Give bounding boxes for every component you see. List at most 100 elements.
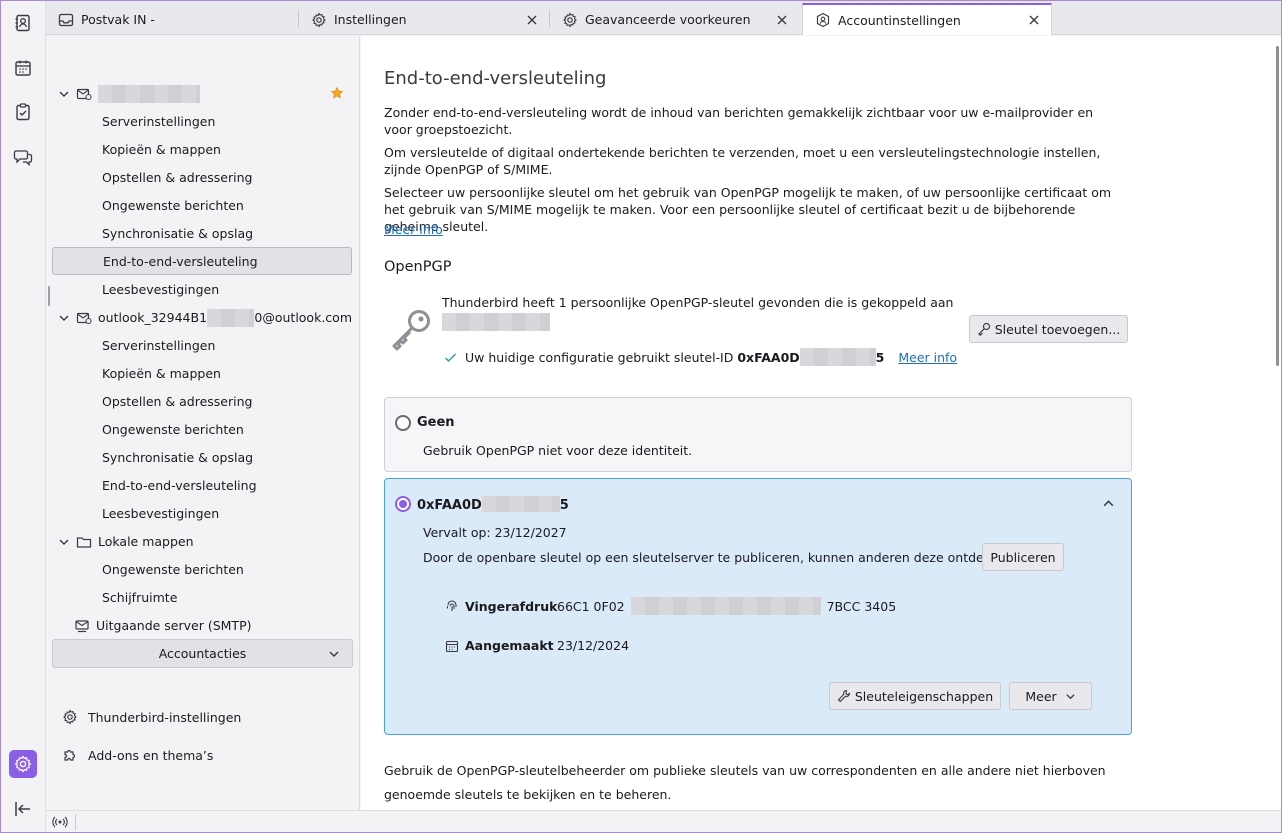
link-label: Add-ons en thema’s: [88, 747, 214, 763]
intro-paragraph-2: Om versleutelde of digitaal ondertekende…: [384, 145, 1101, 177]
gear-icon: [312, 11, 326, 28]
address-book-icon: [15, 14, 30, 32]
more-info-link[interactable]: Meer info: [898, 350, 957, 365]
calendar-button[interactable]: [9, 54, 37, 82]
tasks-button[interactable]: [9, 98, 37, 126]
inbox-icon: [58, 13, 74, 26]
puzzle-piece-icon: [64, 749, 76, 761]
key-title-prefix: 0xFAA0D: [417, 498, 482, 513]
gear-icon: [563, 11, 577, 28]
local-folders[interactable]: Lokale mappen: [52, 528, 352, 555]
tab-account-settings[interactable]: Accountinstellingen: [802, 3, 1052, 35]
sidebar-item-server-settings[interactable]: Serverinstellingen: [52, 108, 352, 135]
chevron-down-icon: [1066, 693, 1075, 699]
chevron-down-icon[interactable]: [58, 312, 70, 324]
sidebar-item-e2e-encryption[interactable]: End-to-end-versleuteling: [52, 247, 352, 275]
collapse-spaces-button[interactable]: [9, 795, 37, 823]
more-menu-button[interactable]: Meer: [1009, 682, 1092, 710]
sidebar-item-composition[interactable]: Opstellen & adressering: [52, 388, 352, 415]
sidebar-item-return-receipts[interactable]: Leesbevestigingen: [52, 500, 352, 527]
sidebar-item-label: Opstellen & adressering: [102, 394, 253, 409]
close-icon[interactable]: [775, 13, 789, 27]
no-openpgp-option[interactable]: Geen Gebruik OpenPGP niet voor deze iden…: [384, 397, 1132, 472]
key-icon: [392, 310, 430, 351]
sidebar-item-copies-folders[interactable]: Kopieën & mappen: [52, 360, 352, 387]
account-2[interactable]: outlook_32944B1 0@outlook.com: [52, 304, 352, 331]
online-status-icon[interactable]: [52, 815, 68, 829]
close-icon[interactable]: [1027, 13, 1041, 27]
sidebar-item-e2e-encryption[interactable]: End-to-end-versleuteling: [52, 472, 352, 499]
local-folders-label: Lokale mappen: [98, 534, 194, 549]
more-info-link[interactable]: Meer info: [384, 221, 443, 238]
tab-advanced-preferences[interactable]: Geavanceerde voorkeuren: [550, 4, 799, 35]
sidebar-item-junk[interactable]: Ongewenste berichten: [52, 192, 352, 219]
collapse-left-icon: [15, 802, 30, 816]
created-row: Aangemaakt 23/12/2024: [445, 638, 629, 653]
redacted-email: [442, 313, 550, 331]
openpgp-key-option[interactable]: 0xFAA0D 5 Vervalt op: 23/12/2027 Door de …: [384, 478, 1132, 735]
sidebar-item-disk-space[interactable]: Schijfruimte: [52, 584, 352, 611]
key-title: 0xFAA0D 5: [417, 496, 569, 513]
sidebar-item-label: Leesbevestigingen: [102, 506, 220, 521]
radio-none[interactable]: [395, 415, 411, 431]
addons-themes-link[interactable]: Add-ons en thema’s: [62, 743, 213, 767]
tab-inbox[interactable]: Postvak IN -: [46, 4, 298, 35]
checkmark-icon: [444, 352, 457, 362]
mail-account-icon: [76, 312, 92, 324]
address-book-button[interactable]: [9, 9, 37, 37]
tab-settings[interactable]: Instellingen: [299, 4, 549, 35]
outgoing-server-icon: [75, 619, 89, 632]
add-key-button[interactable]: Sleutel toevoegen...: [969, 315, 1128, 343]
chat-button[interactable]: [9, 143, 37, 171]
status-bar: [46, 810, 1282, 833]
key-properties-button[interactable]: Sleuteleigenschappen: [829, 682, 1001, 710]
sidebar-item-smtp[interactable]: Uitgaande server (SMTP): [52, 612, 352, 639]
fingerprint-label: Vingerafdruk: [465, 598, 558, 614]
scrollbar[interactable]: [1276, 46, 1279, 366]
sidebar-item-label: Synchronisatie & opslag: [102, 450, 254, 465]
chevron-down-icon[interactable]: [58, 88, 70, 100]
sidebar-item-server-settings[interactable]: Serverinstellingen: [52, 332, 352, 359]
sidebar-item-junk[interactable]: Ongewenste berichten: [52, 416, 352, 443]
wrench-icon: [837, 689, 850, 703]
gear-icon: [14, 755, 32, 773]
thunderbird-settings-link[interactable]: Thunderbird-instellingen: [62, 705, 241, 729]
redacted-account-name: [98, 84, 200, 103]
button-label: Meer: [1025, 688, 1057, 704]
publish-button[interactable]: Publiceren: [982, 543, 1064, 571]
openpgp-heading: OpenPGP: [384, 259, 452, 275]
button-label: Sleuteleigenschappen: [854, 688, 994, 704]
redacted-account-name: [207, 308, 255, 327]
key-icon: [977, 322, 990, 336]
calendar-icon: [445, 640, 459, 652]
account-settings-content: End-to-end-versleuteling Zonder end-to-e…: [361, 36, 1282, 810]
sidebar-item-label: Serverinstellingen: [102, 338, 216, 353]
gear-icon: [63, 709, 77, 725]
sidebar-item-copies-folders[interactable]: Kopieën & mappen: [52, 136, 352, 163]
button-label: Sleutel toevoegen...: [994, 321, 1121, 337]
fingerprint-icon: [446, 600, 457, 611]
mail-account-icon: [76, 88, 92, 100]
sidebar-item-label: Schijfruimte: [102, 590, 178, 605]
intro-paragraph-1: Zonder end-to-end-versleuteling wordt de…: [384, 105, 1094, 137]
chevron-up-icon[interactable]: [1102, 497, 1115, 510]
button-label: Publiceren: [990, 549, 1056, 565]
account-1[interactable]: [52, 80, 352, 107]
account-actions-button[interactable]: Accountacties: [52, 639, 353, 668]
sidebar-item-label: End-to-end-versleuteling: [102, 478, 257, 493]
sidebar-item-sync-storage[interactable]: Synchronisatie & opslag: [52, 220, 352, 247]
sidebar-item-junk[interactable]: Ongewenste berichten: [52, 556, 352, 583]
sidebar-item-sync-storage[interactable]: Synchronisatie & opslag: [52, 444, 352, 471]
sidebar-item-composition[interactable]: Opstellen & adressering: [52, 164, 352, 191]
chevron-down-icon[interactable]: [58, 536, 70, 548]
settings-space-button[interactable]: [9, 750, 37, 778]
close-icon[interactable]: [525, 13, 539, 27]
tab-label: Accountinstellingen: [838, 12, 961, 28]
fingerprint-row: Vingerafdruk 66C1 0F02 7BCC 3405: [445, 597, 896, 615]
sidebar-item-return-receipts[interactable]: Leesbevestigingen: [52, 276, 352, 303]
radio-key[interactable]: [395, 496, 411, 512]
spaces-toolbar: [0, 0, 46, 833]
sidebar-item-label: Kopieën & mappen: [102, 366, 221, 381]
option-title: Geen: [417, 415, 455, 430]
chevron-down-icon: [329, 651, 339, 657]
